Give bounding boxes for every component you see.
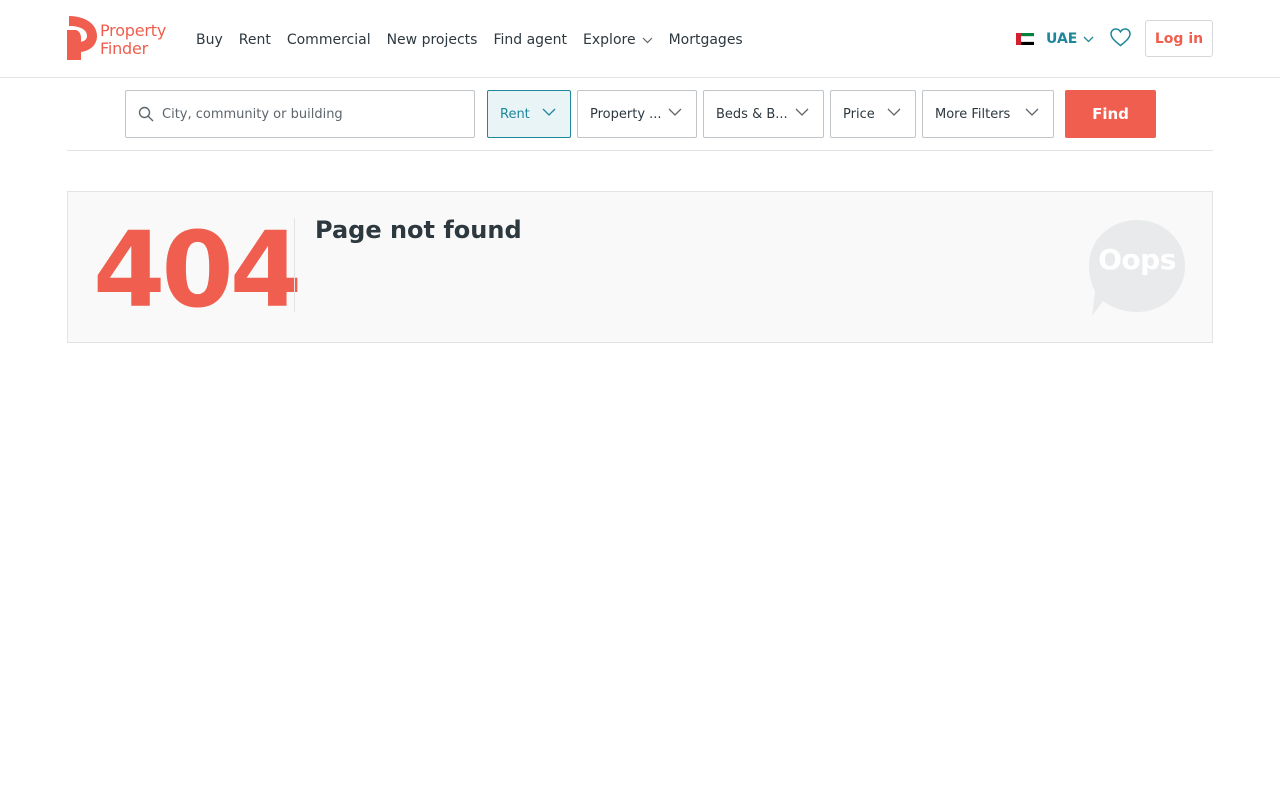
nav-label: Explore [583, 32, 636, 48]
nav-label: Rent [238, 32, 271, 48]
nav-item-new-projects[interactable]: New projects [387, 32, 478, 48]
nav-label: Commercial [286, 32, 371, 48]
nav-item-explore[interactable]: Explore [583, 32, 653, 48]
error-code: 404 [93, 209, 302, 331]
divider [294, 218, 295, 312]
filter-rent-type[interactable]: Rent [487, 90, 571, 138]
oops-text: Oops [1098, 243, 1176, 276]
error-panel: 404 Page not found Oops [67, 191, 1213, 343]
search-placeholder: City, community or building [162, 106, 343, 122]
chevron-down-icon [887, 108, 901, 116]
main-nav: Buy Rent Commercial New projects Find ag… [196, 29, 759, 51]
filter-label: Price [843, 106, 875, 122]
logo-line-1: Property [100, 21, 167, 40]
filter-label: Beds & B... [716, 106, 788, 122]
nav-item-mortgages[interactable]: Mortgages [669, 32, 743, 48]
filter-more-filters[interactable]: More Filters [922, 90, 1054, 138]
nav-label: Find agent [493, 32, 568, 48]
site-header: Property Finder Buy Rent Commercial New … [0, 0, 1280, 78]
nav-item-commercial[interactable]: Commercial [287, 32, 371, 48]
country-label: UAE [1046, 31, 1078, 47]
oops-speech-bubble-icon: Oops [1088, 219, 1186, 317]
nav-item-find-agent[interactable]: Find agent [493, 32, 567, 48]
filter-property-type[interactable]: Property ... [577, 90, 697, 138]
search-bar: City, community or building Rent Propert… [67, 90, 1213, 151]
nav-label: Mortgages [668, 32, 743, 48]
logo-line-2: Finder [100, 39, 149, 58]
logo-wordmark: Property Finder [100, 22, 166, 58]
filter-label: Rent [500, 106, 530, 122]
logo-mark-icon [67, 16, 97, 60]
nav-item-buy[interactable]: Buy [196, 32, 223, 48]
chevron-down-icon [1083, 36, 1094, 42]
chevron-down-icon [542, 108, 556, 116]
chevron-down-icon [668, 108, 682, 116]
country-selector[interactable]: UAE [1016, 29, 1094, 49]
heart-icon [1110, 28, 1131, 47]
uae-flag-icon [1016, 33, 1034, 45]
filter-label: More Filters [935, 106, 1011, 122]
chevron-down-icon [1025, 108, 1039, 116]
filter-label: Property ... [590, 106, 662, 122]
chevron-down-icon [642, 37, 653, 43]
property-finder-logo[interactable]: Property Finder [67, 16, 179, 62]
search-icon [138, 106, 154, 122]
page-title: Page not found [315, 216, 522, 244]
filter-beds-baths[interactable]: Beds & B... [703, 90, 824, 138]
login-button[interactable]: Log in [1145, 20, 1213, 57]
nav-label: Buy [196, 32, 223, 48]
chevron-down-icon [795, 108, 809, 116]
find-button[interactable]: Find [1065, 90, 1156, 138]
search-input[interactable]: City, community or building [125, 90, 475, 138]
favorites-heart-icon[interactable] [1110, 28, 1131, 51]
nav-label: New projects [386, 32, 478, 48]
filter-price[interactable]: Price [830, 90, 916, 138]
nav-item-rent[interactable]: Rent [239, 32, 271, 48]
